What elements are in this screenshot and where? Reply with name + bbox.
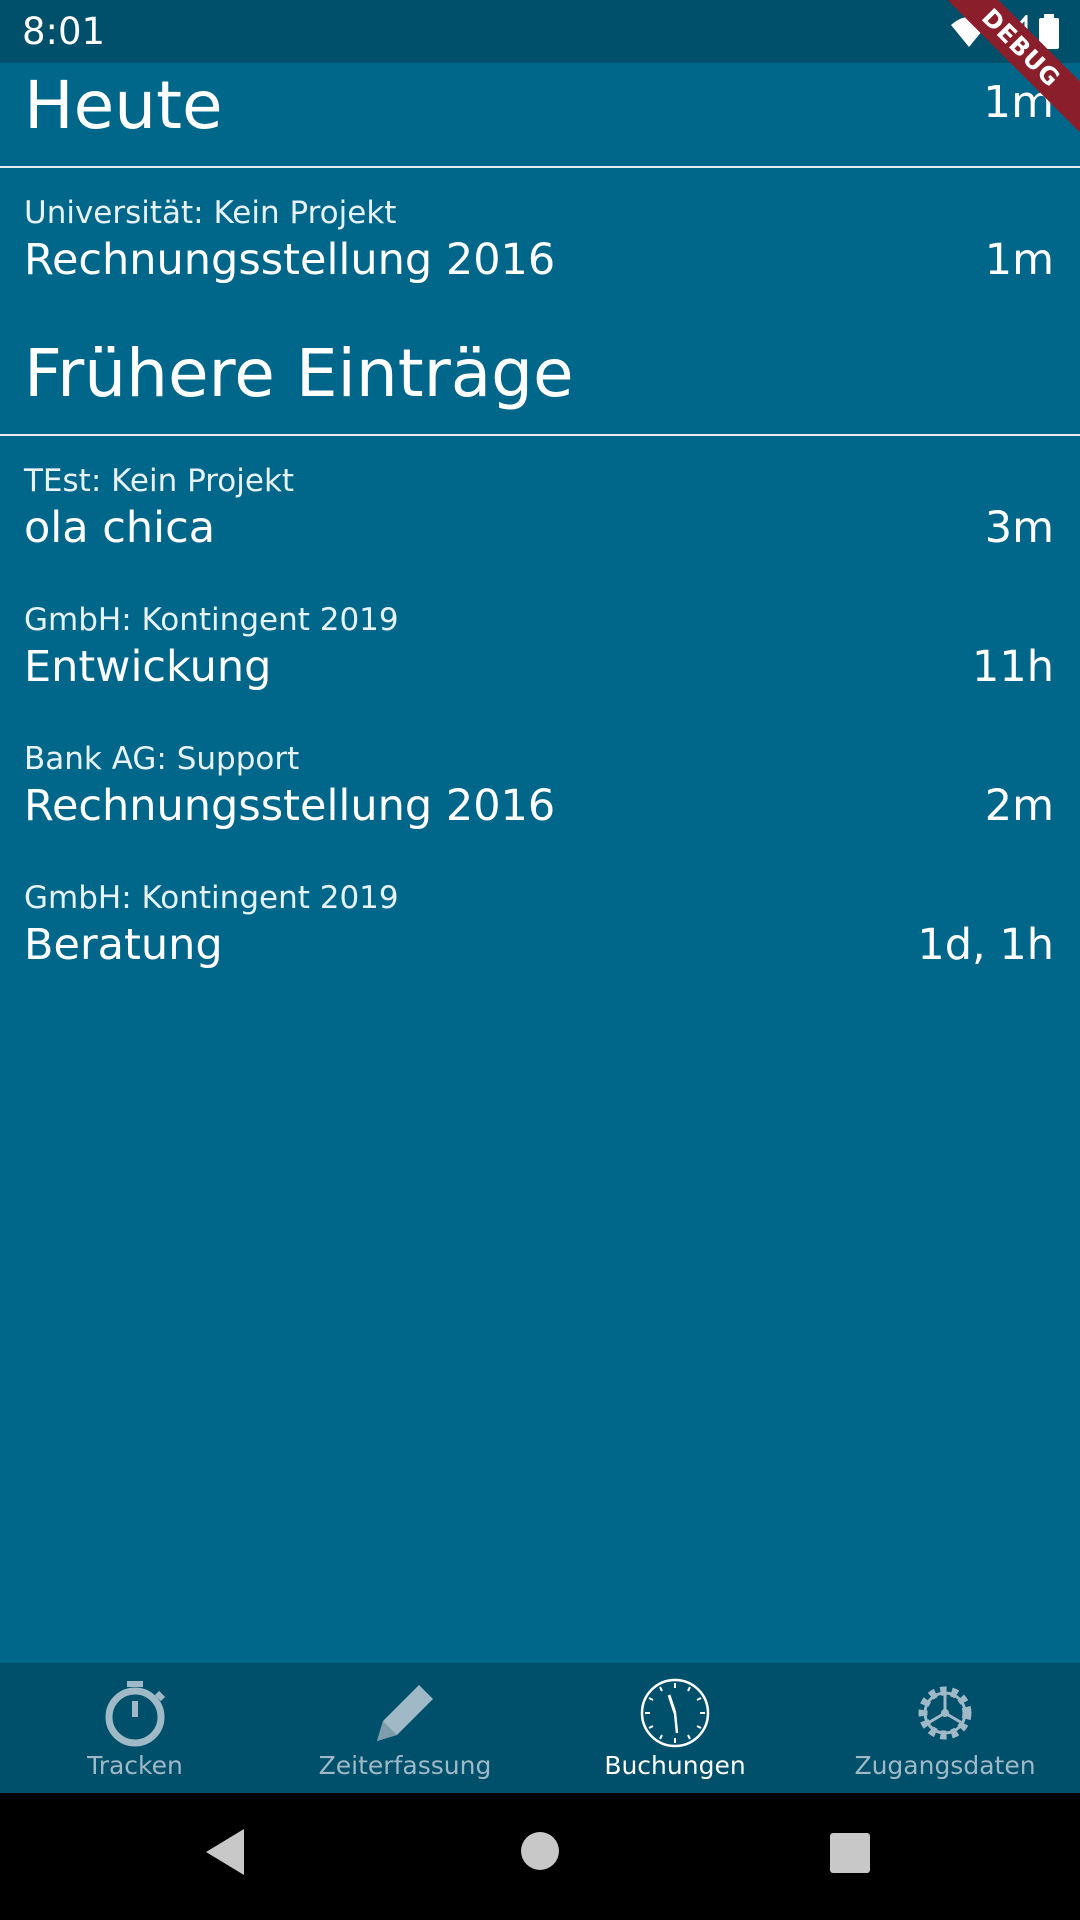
- home-icon[interactable]: [520, 1831, 560, 1871]
- entry-subtitle: GmbH: Kontingent 2019: [24, 880, 399, 916]
- entry-title: Rechnungsstellung 2016: [24, 235, 556, 285]
- nav-item-tracken[interactable]: Tracken: [0, 1663, 270, 1793]
- status-bar: 8:01: [0, 0, 1080, 63]
- list-item[interactable]: GmbH: Kontingent 2019 Entwickung 11h: [0, 602, 1080, 732]
- section-title: Frühere Einträge: [24, 335, 574, 412]
- pencil-icon: [377, 1685, 433, 1741]
- entry-duration: 3m: [984, 503, 1054, 553]
- entries-list: Heute 1m Universität: Kein Projekt Rechn…: [0, 63, 1080, 1663]
- entry-subtitle: GmbH: Kontingent 2019: [24, 602, 399, 638]
- entry-title: ola chica: [24, 503, 216, 553]
- entry-duration: 2m: [984, 781, 1054, 831]
- entry-title: Beratung: [24, 920, 223, 970]
- nav-item-zugangsdaten[interactable]: Zugangsdaten: [810, 1663, 1080, 1793]
- list-item[interactable]: Bank AG: Support Rechnungsstellung 2016 …: [0, 741, 1080, 871]
- clock-icon: [640, 1678, 710, 1748]
- nav-label: Buchungen: [604, 1751, 746, 1780]
- bottom-navigation: Tracken Zeiterfassung Buchungen Zugangsd…: [0, 1663, 1080, 1793]
- nav-label: Zeiterfassung: [318, 1751, 492, 1780]
- entry-title: Rechnungsstellung 2016: [24, 781, 556, 831]
- system-navigation-bar: [0, 1793, 1080, 1920]
- list-item[interactable]: Universität: Kein Projekt Rechnungsstell…: [0, 195, 1080, 325]
- entry-duration: 1d, 1h: [917, 920, 1054, 970]
- gear-icon: [918, 1686, 972, 1740]
- entry-subtitle: Universität: Kein Projekt: [24, 195, 397, 231]
- back-icon[interactable]: [204, 1827, 246, 1877]
- stopwatch-icon: [105, 1681, 166, 1747]
- entry-subtitle: Bank AG: Support: [24, 741, 300, 777]
- entry-duration: 1m: [984, 235, 1054, 285]
- nav-item-buchungen[interactable]: Buchungen: [540, 1663, 810, 1793]
- entry-duration: 11h: [972, 642, 1054, 692]
- status-time: 8:01: [22, 10, 106, 53]
- section-header-today: Heute 1m: [0, 63, 1080, 168]
- nav-label: Zugangsdaten: [854, 1751, 1036, 1780]
- entry-subtitle: TEst: Kein Projekt: [24, 463, 295, 499]
- nav-label: Tracken: [87, 1751, 183, 1780]
- section-header-earlier: Frühere Einträge: [0, 331, 1080, 436]
- list-item[interactable]: GmbH: Kontingent 2019 Beratung 1d, 1h: [0, 880, 1080, 1010]
- list-item[interactable]: TEst: Kein Projekt ola chica 3m: [0, 463, 1080, 593]
- section-title: Heute: [24, 67, 223, 144]
- entry-title: Entwickung: [24, 642, 272, 692]
- recents-icon[interactable]: [830, 1833, 870, 1873]
- nav-item-zeiterfassung[interactable]: Zeiterfassung: [270, 1663, 540, 1793]
